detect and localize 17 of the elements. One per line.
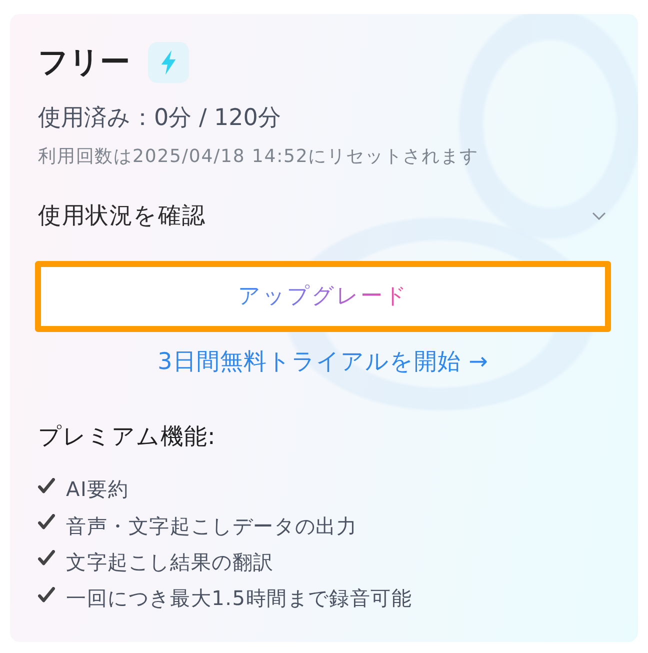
chevron-icon [592,212,606,220]
feature-text: 一回につき最大1.5時間まで録音可能 [66,585,412,612]
plan-name: フリー [38,44,130,82]
trial-link[interactable]: 3日間無料トライアルを開始 → [158,347,488,377]
check-icon [38,586,55,604]
feature-text: 文字起こし結果の翻訳 [66,548,274,576]
check-icon [38,514,55,532]
usage-details-toggle[interactable]: 使用状況を確認 [38,201,608,231]
feature-text: 音声・文字起こしデータの出力 [66,512,358,540]
upgrade-button[interactable]: アップグレード [35,261,611,332]
usage-text: 使用済み：0分 / 120分 [38,104,282,133]
check-icon [38,550,55,568]
feature-text: AI要約 [66,476,129,504]
lightning-icon [148,42,189,83]
premium-heading: プレミアム機能: [38,423,217,452]
reset-note: 利用回数は2025/04/18 14:52にリセットされます [38,145,480,169]
check-icon [38,478,55,495]
